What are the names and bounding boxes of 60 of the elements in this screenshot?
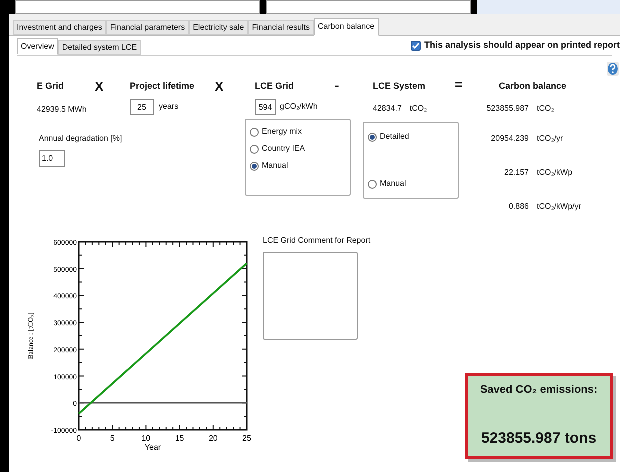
- operator-sign: =: [455, 80, 464, 94]
- radio-button[interactable]: [250, 128, 259, 136]
- panel-label: Saved CO₂ emissions:: [480, 383, 598, 398]
- help-icon[interactable]: [607, 62, 619, 76]
- input-field[interactable]: 1.0: [39, 150, 65, 167]
- energy-value: 42939.5 MWh: [37, 104, 88, 116]
- saved-value: 523855.987 tons: [481, 428, 597, 448]
- radio-button[interactable]: [368, 180, 377, 188]
- input-field[interactable]: [266, 0, 471, 14]
- column-header: LCE System: [373, 80, 427, 93]
- checkbox-label: This analysis should appear on printed report: [424, 39, 620, 52]
- radio-label: Detailed: [380, 131, 410, 143]
- tab[interactable]: Electricity sale: [189, 20, 248, 35]
- column-header: Carbon balance: [498, 80, 568, 93]
- input-field[interactable]: [477, 0, 620, 14]
- unit-label: tCO₂/kWp/yr: [537, 201, 582, 213]
- balance-value: 22.157: [504, 167, 529, 179]
- field-label: Annual degradation [%]: [39, 133, 122, 145]
- tab[interactable]: Detailed system LCE: [58, 40, 142, 55]
- radio-label: Energy mix: [262, 126, 302, 138]
- tick-label: 0: [76, 434, 82, 443]
- input-field[interactable]: [15, 0, 260, 14]
- column-header: Project lifetime: [130, 80, 196, 93]
- axis-label: Year: [144, 443, 162, 452]
- operator-sign: X: [95, 80, 105, 96]
- column-header: E Grid: [37, 80, 66, 93]
- unit-label: tCO₂/yr: [537, 133, 564, 145]
- radio-button[interactable]: [368, 132, 377, 142]
- unit-label: tCO₂: [410, 103, 428, 115]
- radio-label: Manual: [380, 178, 406, 190]
- tab[interactable]: Carbon balance: [314, 18, 379, 36]
- operator-sign: -: [335, 80, 340, 95]
- tick-label: 5: [110, 434, 115, 443]
- checkbox[interactable]: [411, 41, 422, 51]
- tab[interactable]: Overview: [17, 38, 58, 55]
- column-header: LCE Grid: [255, 80, 296, 93]
- tick-label: 15: [175, 434, 184, 443]
- tab[interactable]: Financial results: [248, 20, 314, 35]
- unit-label: gCO₂/kWh: [280, 101, 318, 113]
- tab[interactable]: Financial parameters: [106, 20, 190, 35]
- field-label: LCE Grid Comment for Report: [263, 235, 371, 247]
- tick-label: 20: [208, 434, 218, 443]
- radio-button[interactable]: [250, 144, 259, 154]
- radio-button[interactable]: [250, 162, 259, 170]
- emission-value: 42834.7: [373, 103, 402, 115]
- tick-label: 10: [142, 434, 151, 443]
- balance-value: 523855.987: [486, 103, 529, 115]
- unit-label: years: [159, 101, 179, 113]
- radio-label: Manual: [262, 160, 288, 172]
- input-field[interactable]: 25: [130, 99, 154, 115]
- unit-label: tCO₂/kWp: [537, 167, 573, 179]
- radio-label: Country IEA: [262, 143, 306, 155]
- tab[interactable]: Investment and charges: [13, 20, 106, 35]
- operator-sign: X: [215, 80, 225, 96]
- unit-label: tCO₂: [537, 103, 554, 115]
- comment-field[interactable]: [263, 252, 358, 340]
- balance-value: 0.886: [508, 201, 529, 213]
- input-field[interactable]: 594: [255, 99, 276, 115]
- balance-value: 20954.239: [490, 133, 529, 145]
- tick-label: 25: [242, 434, 252, 443]
